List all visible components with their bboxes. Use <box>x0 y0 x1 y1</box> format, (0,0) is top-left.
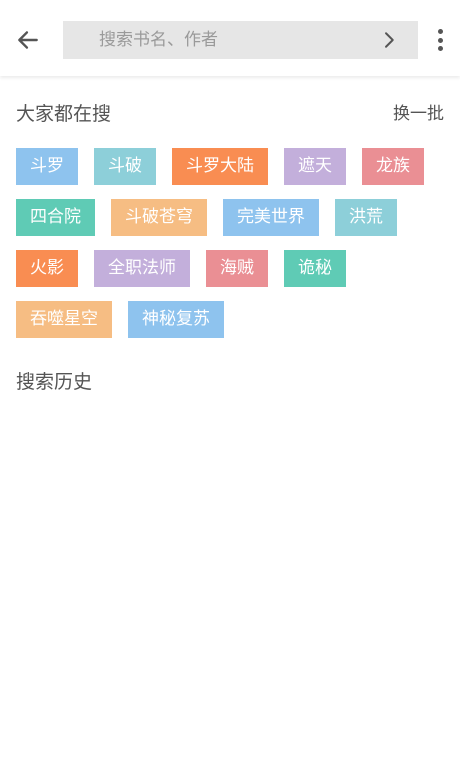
hot-tag[interactable]: 吞噬星空 <box>16 301 112 338</box>
chevron-right-icon <box>385 32 394 48</box>
hot-tag[interactable]: 龙族 <box>362 148 424 185</box>
hot-tag[interactable]: 全职法师 <box>94 250 190 287</box>
hot-tag[interactable]: 斗破 <box>94 148 156 185</box>
search-box <box>63 21 418 59</box>
hot-search-title: 大家都在搜 <box>16 103 112 125</box>
hot-tag[interactable]: 遮天 <box>284 148 346 185</box>
hot-tag[interactable]: 斗罗大陆 <box>172 148 268 185</box>
hot-tags: 斗罗 斗破 斗罗大陆 遮天 龙族四合院 斗破苍穹 完美世界 洪荒火影 全职法师 海贼 诡秘吞噬星空神… <box>16 148 452 338</box>
refresh-button[interactable]: 换一批 <box>393 99 444 124</box>
hot-tag[interactable]: 诡秘 <box>284 250 346 287</box>
hot-tag[interactable]: 火影 <box>16 250 78 287</box>
hot-tag[interactable]: 神秘复苏 <box>128 301 224 338</box>
top-bar <box>0 0 460 76</box>
arrow-left-icon <box>18 31 38 49</box>
hot-tag[interactable]: 四合院 <box>16 199 95 236</box>
search-input[interactable] <box>99 23 369 57</box>
hot-tag[interactable]: 海贼 <box>206 250 268 287</box>
hot-tag[interactable]: 斗罗 <box>16 148 78 185</box>
more-button[interactable] <box>430 26 450 54</box>
hot-tag[interactable]: 洪荒 <box>335 199 397 236</box>
back-button[interactable] <box>12 24 44 56</box>
search-go-button[interactable] <box>378 29 400 51</box>
more-vertical-icon <box>437 29 443 34</box>
hot-tag[interactable]: 完美世界 <box>223 199 319 236</box>
search-history-title: 搜索历史 <box>16 371 93 393</box>
hot-tag[interactable]: 斗破苍穹 <box>111 199 207 236</box>
